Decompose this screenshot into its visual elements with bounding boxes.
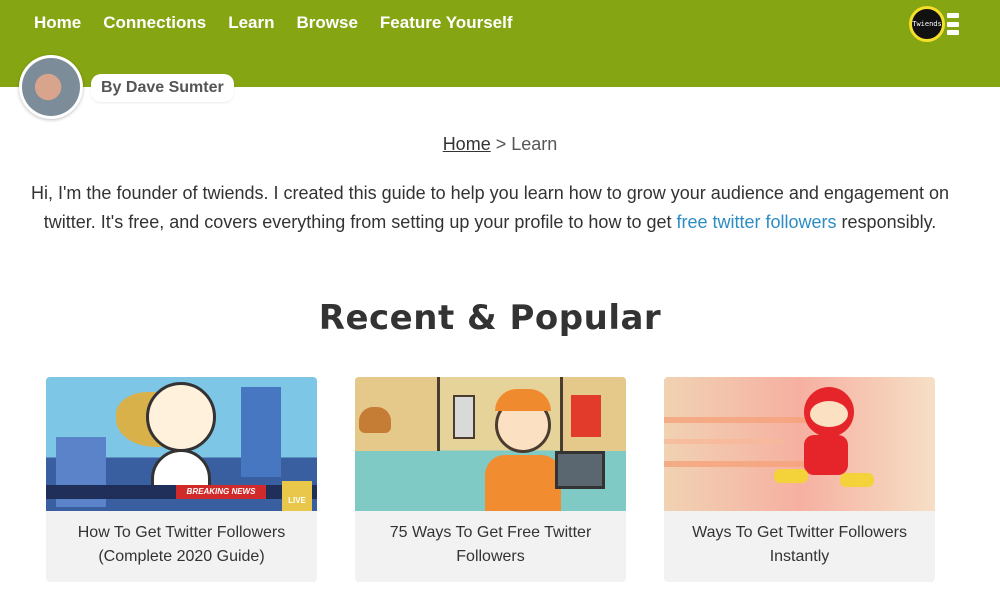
article-thumbnail	[355, 377, 626, 511]
breadcrumb-home-link[interactable]: Home	[443, 134, 491, 154]
article-card[interactable]: BREAKING NEWS LIVE How To Get Twitter Fo…	[46, 377, 317, 582]
section-title: Recent & Popular	[318, 298, 662, 338]
article-card[interactable]: Ways To Get Twitter Followers Instantly	[664, 377, 935, 582]
site-logo: Twiends	[909, 6, 945, 42]
article-title[interactable]: How To Get Twitter Followers (Complete 2…	[46, 511, 317, 569]
menu-icon	[947, 13, 959, 35]
nav-learn[interactable]: Learn	[228, 12, 274, 34]
nav-browse[interactable]: Browse	[296, 12, 357, 34]
intro-paragraph: Hi, I'm the founder of twiends. I create…	[20, 179, 960, 237]
free-followers-link[interactable]: free twitter followers	[676, 212, 836, 232]
breadcrumb: Home > Learn	[0, 134, 1000, 155]
article-thumbnail	[664, 377, 935, 511]
nav-connections[interactable]: Connections	[103, 12, 206, 34]
breadcrumb-separator: >	[495, 134, 507, 154]
breadcrumb-current: Learn	[511, 134, 558, 154]
article-title[interactable]: Ways To Get Twitter Followers Instantly	[664, 511, 935, 569]
logo-text: Twiends	[912, 20, 942, 28]
article-thumbnail: BREAKING NEWS LIVE	[46, 377, 317, 511]
breaking-news-badge: BREAKING NEWS	[176, 485, 266, 499]
author-avatar	[19, 55, 83, 119]
live-badge: LIVE	[282, 481, 312, 511]
article-card[interactable]: 75 Ways To Get Free Twitter Followers	[355, 377, 626, 582]
account-menu-button[interactable]: Twiends	[909, 6, 959, 42]
author-byline: By Dave Sumter	[91, 74, 234, 102]
article-title[interactable]: 75 Ways To Get Free Twitter Followers	[355, 511, 626, 569]
intro-text-end: responsibly.	[836, 212, 937, 232]
main-nav: Home Connections Learn Browse Feature Yo…	[23, 12, 524, 34]
nav-home[interactable]: Home	[34, 12, 81, 34]
nav-feature-yourself[interactable]: Feature Yourself	[380, 12, 513, 34]
